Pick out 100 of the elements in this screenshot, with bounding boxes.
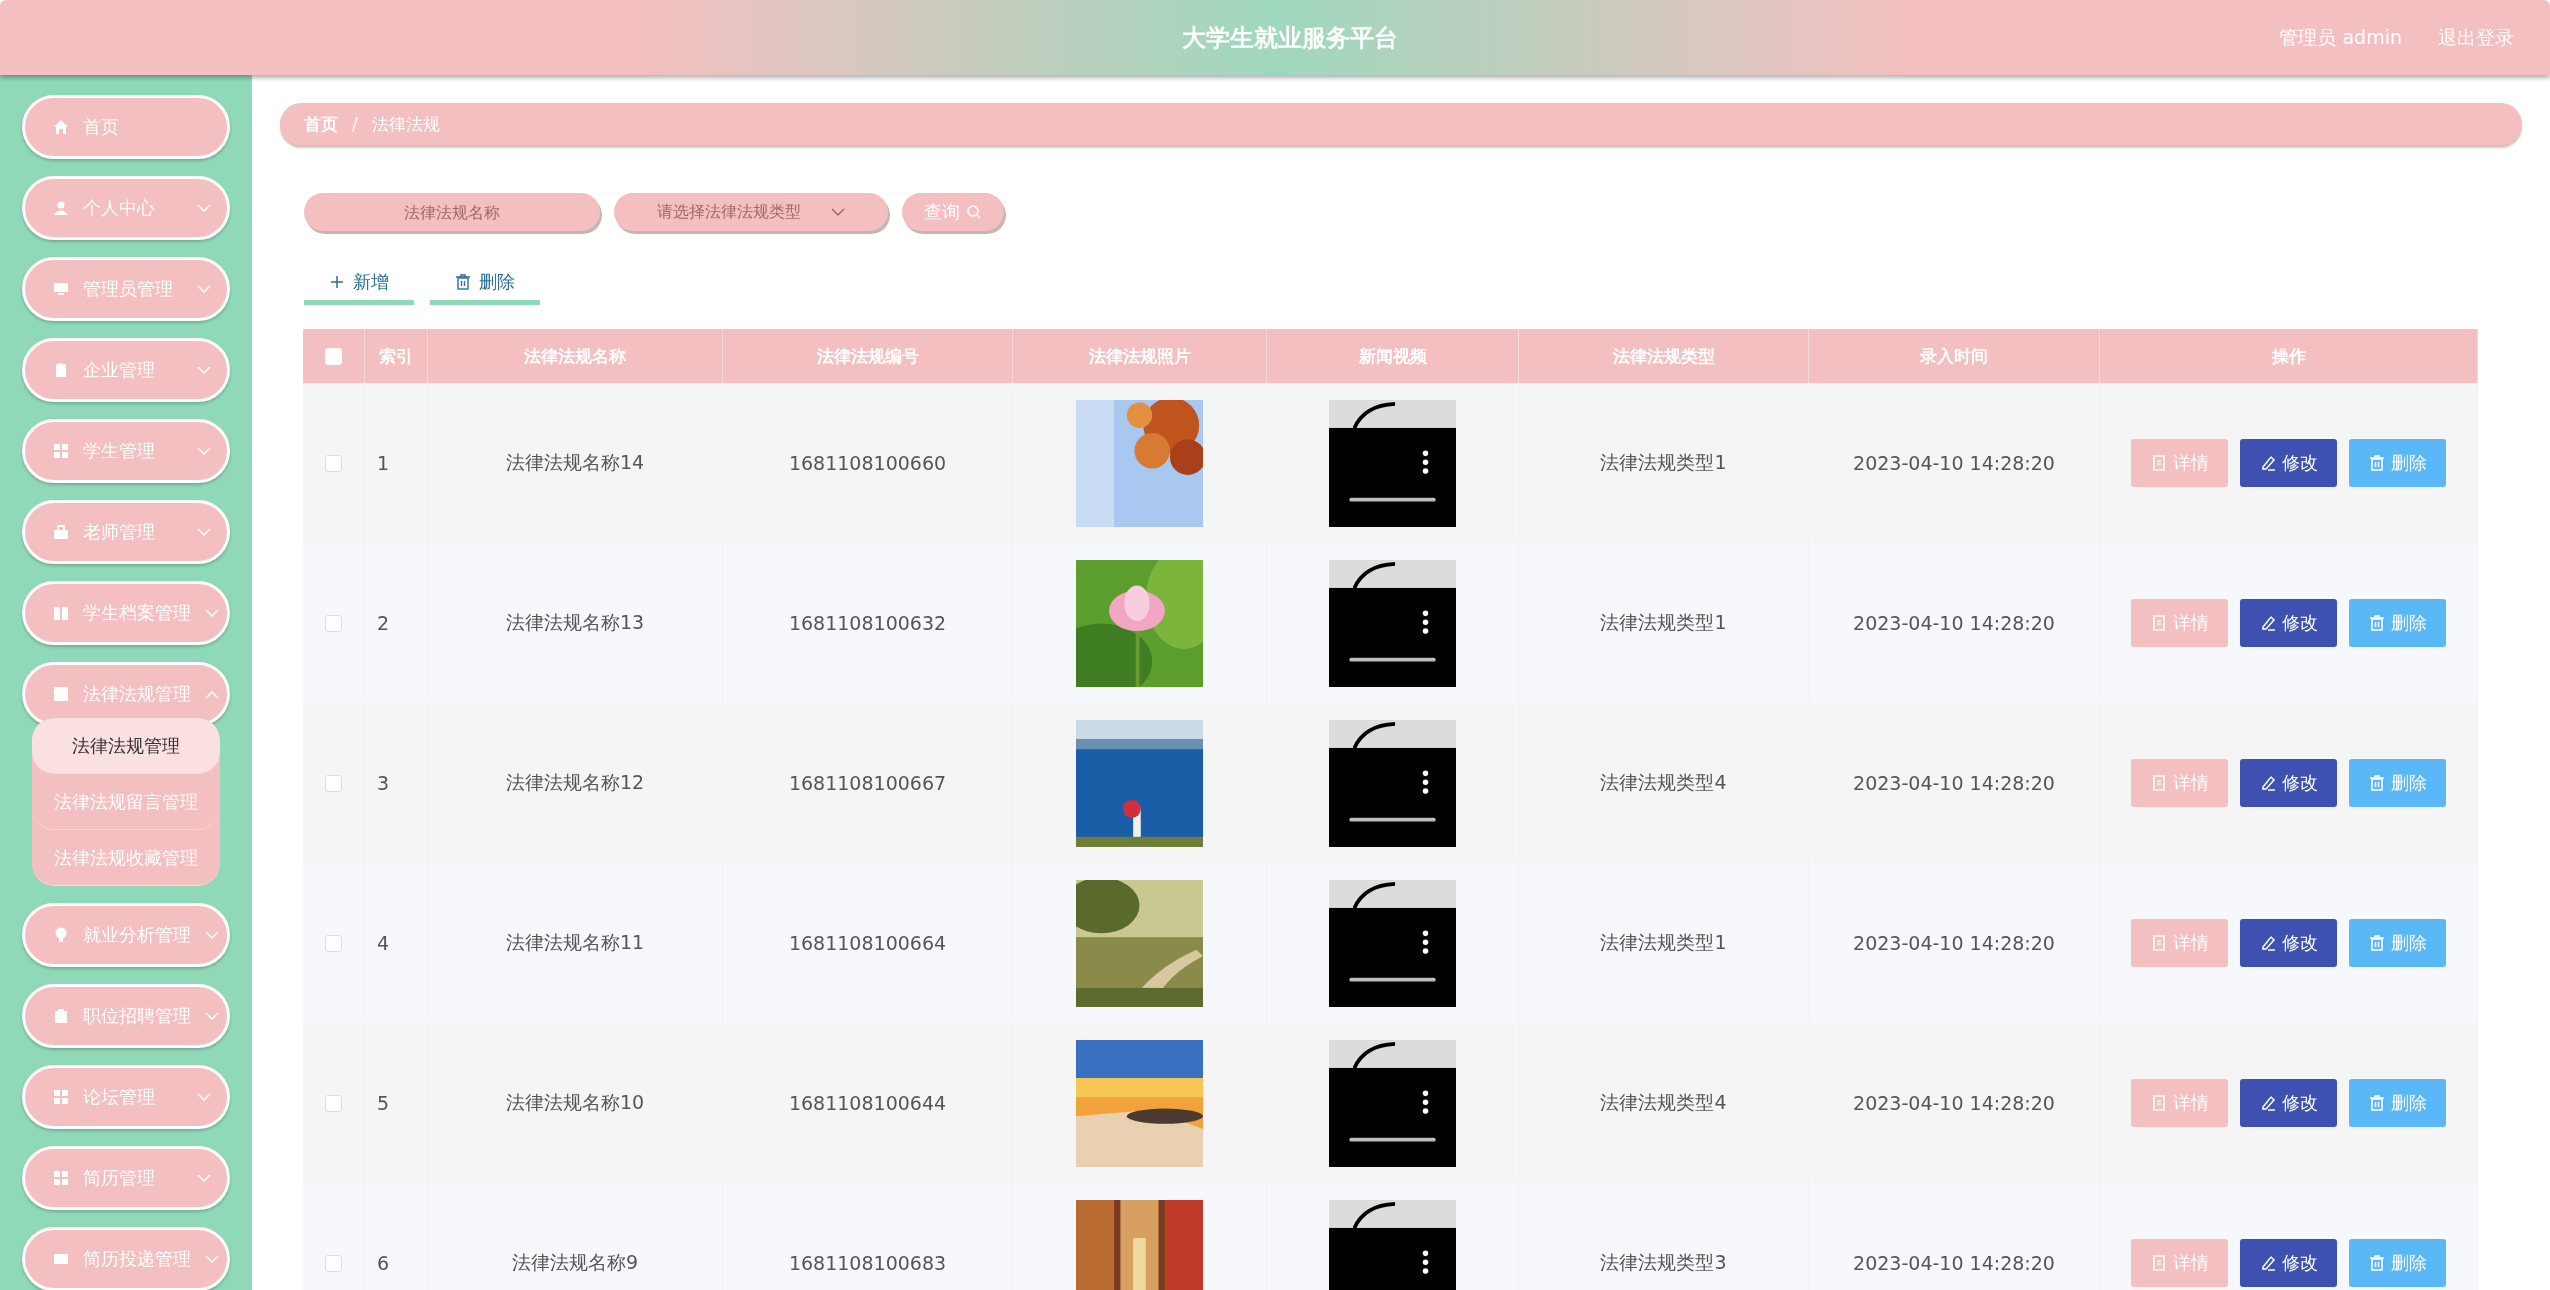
delete-button[interactable]: 删除	[2349, 439, 2446, 487]
document-icon	[2150, 775, 2167, 791]
row-checkbox[interactable]	[325, 614, 342, 632]
select-all-checkbox[interactable]	[325, 347, 342, 365]
sidebar-item[interactable]: 简历投递管理	[22, 1227, 230, 1290]
sidebar-item[interactable]: 学生管理	[22, 419, 230, 483]
breadcrumb-link[interactable]: 首页	[304, 112, 338, 136]
submenu-item[interactable]: 法律法规收藏管理	[32, 830, 220, 886]
detail-button[interactable]: 详情	[2131, 1239, 2228, 1287]
sidebar-item[interactable]: 简历管理	[22, 1146, 230, 1210]
submenu-item[interactable]: 法律法规留言管理	[32, 774, 220, 830]
grid-icon	[53, 1089, 69, 1105]
caret-icon	[197, 365, 211, 375]
delete-button[interactable]: 删除	[2349, 599, 2446, 647]
trash-icon	[455, 273, 471, 290]
home-icon	[53, 119, 69, 135]
table-cell: 6	[365, 1183, 428, 1290]
search-icon	[966, 204, 982, 220]
sidebar-item[interactable]: 学生档案管理	[22, 581, 230, 645]
row-checkbox[interactable]	[325, 774, 342, 792]
document-icon	[2150, 935, 2167, 951]
detail-button[interactable]: 详情	[2131, 1079, 2228, 1127]
caret-icon	[205, 930, 219, 940]
delete-button[interactable]: 删除	[2349, 1079, 2446, 1127]
grid-icon	[53, 1170, 69, 1186]
pencil-icon	[2259, 1095, 2276, 1111]
caret-icon	[205, 1254, 219, 1264]
breadcrumb-link[interactable]: 法律法规	[371, 112, 440, 136]
detail-button[interactable]: 详情	[2131, 759, 2228, 807]
pencil-icon	[2259, 615, 2276, 631]
user-link[interactable]: 管理员 admin	[2279, 24, 2402, 51]
edit-button[interactable]: 修改	[2240, 919, 2337, 967]
caret-icon	[205, 689, 219, 699]
sidebar-item[interactable]: 企业管理	[22, 338, 230, 402]
book-icon	[53, 605, 69, 621]
document-icon	[2150, 1095, 2167, 1111]
detail-button[interactable]: 详情	[2131, 599, 2228, 647]
row-checkbox[interactable]	[325, 934, 342, 952]
briefcase-icon	[53, 524, 69, 540]
table-cell: 1681108100683	[723, 1183, 1013, 1290]
detail-button[interactable]: 详情	[2131, 919, 2228, 967]
app-title: 大学生就业服务平台	[1180, 22, 1399, 54]
sidebar-item[interactable]: 论坛管理	[22, 1065, 230, 1129]
document-icon	[2150, 1255, 2167, 1271]
row-checkbox[interactable]	[325, 1254, 342, 1272]
caret-icon	[197, 284, 211, 294]
caret-icon	[205, 1011, 219, 1021]
caret-icon	[197, 1092, 211, 1102]
trash-icon	[2368, 775, 2385, 791]
pencil-icon	[2259, 1255, 2276, 1271]
sidebar-item[interactable]: 老师管理	[22, 500, 230, 564]
add-button[interactable]: 新增	[304, 263, 414, 305]
card-icon	[53, 1251, 69, 1267]
square-icon	[53, 686, 69, 702]
trash-icon	[2368, 615, 2385, 631]
trash-icon	[2368, 455, 2385, 471]
type-select[interactable]: 请选择法律法规类型	[614, 193, 888, 231]
pencil-icon	[2259, 455, 2276, 471]
name-search-field[interactable]: 法律法规名称	[304, 193, 600, 231]
monitor-icon	[53, 281, 69, 297]
plus-icon	[329, 273, 345, 290]
pencil-icon	[2259, 935, 2276, 951]
delete-button[interactable]: 删除	[2349, 919, 2446, 967]
edit-button[interactable]: 修改	[2240, 599, 2337, 647]
edit-button[interactable]: 修改	[2240, 759, 2337, 807]
sidebar-item[interactable]: 职位招聘管理	[22, 984, 230, 1048]
document-icon	[2150, 455, 2167, 471]
clipboard-icon	[53, 362, 69, 378]
query-button[interactable]: 查询	[902, 193, 1004, 231]
sidebar-item[interactable]: 管理员管理	[22, 257, 230, 321]
sidebar-item[interactable]: 个人中心	[22, 176, 230, 240]
row-checkbox[interactable]	[325, 454, 342, 472]
sidebar-item[interactable]: 首页	[22, 95, 230, 159]
edit-button[interactable]: 修改	[2240, 439, 2337, 487]
row-checkbox[interactable]	[325, 1094, 342, 1112]
user-icon	[53, 200, 69, 216]
bulb-icon	[53, 927, 69, 943]
edit-button[interactable]: 修改	[2240, 1239, 2337, 1287]
edit-button[interactable]: 修改	[2240, 1079, 2337, 1127]
sidebar-item[interactable]: 就业分析管理	[22, 903, 230, 967]
trash-icon	[2368, 935, 2385, 951]
delete-button[interactable]: 删除	[2349, 1239, 2446, 1287]
caret-icon	[831, 207, 845, 217]
table-cell: 法律法规类型3	[1519, 1183, 1809, 1290]
grid-icon	[53, 443, 69, 459]
delete-button[interactable]: 删除	[2349, 759, 2446, 807]
clipboard-icon	[53, 1008, 69, 1024]
caret-icon	[197, 1173, 211, 1183]
logout-link[interactable]: 退出登录	[2438, 24, 2514, 51]
detail-button[interactable]: 详情	[2131, 439, 2228, 487]
pencil-icon	[2259, 775, 2276, 791]
trash-icon	[2368, 1095, 2385, 1111]
table-cell: 2023-04-10 14:28:20	[1809, 1183, 2100, 1290]
submenu-item[interactable]: 法律法规管理	[32, 718, 220, 774]
caret-icon	[197, 527, 211, 537]
document-icon	[2150, 615, 2167, 631]
delete-button[interactable]: 删除	[430, 263, 540, 305]
caret-icon	[205, 608, 219, 618]
breadcrumb-separator: /	[352, 114, 358, 134]
caret-icon	[197, 203, 211, 213]
